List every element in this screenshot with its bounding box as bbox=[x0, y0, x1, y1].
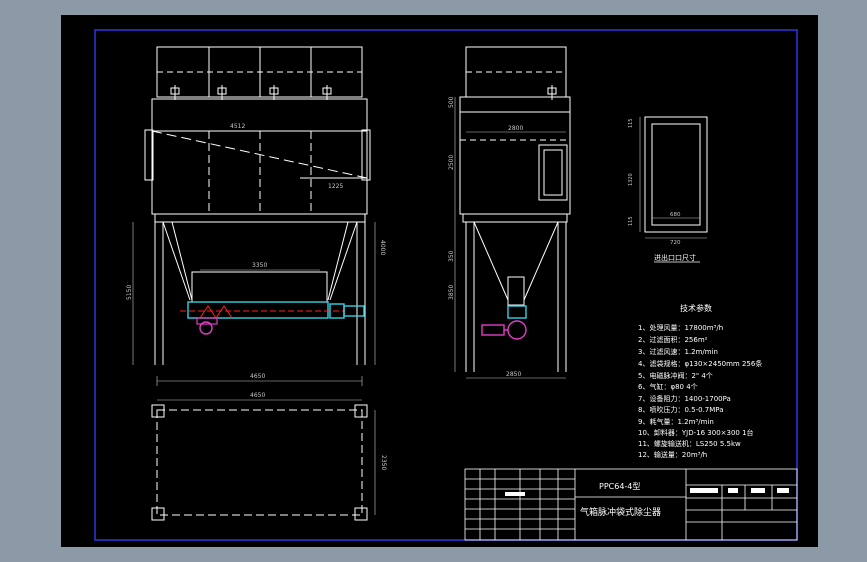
tech-param: 4、滤袋规格：φ130×2450mm 256条 bbox=[638, 359, 762, 368]
front-dim-top: 4512 bbox=[230, 123, 245, 130]
side-dim-d: 3850 bbox=[448, 285, 455, 300]
side-dim-c: 350 bbox=[448, 250, 455, 262]
title-name: 气箱脉冲袋式除尘器 bbox=[580, 506, 661, 518]
tech-param: 6、气缸：φ80 4个 bbox=[638, 382, 698, 391]
side-dim-top-left: 500 bbox=[448, 96, 455, 108]
front-dim-width: 4650 bbox=[250, 373, 265, 380]
inlet-caption: 进出口口尺寸 bbox=[654, 253, 696, 262]
side-dim-b: 2500 bbox=[448, 155, 455, 170]
tech-param: 1、处理风量：17800m³/h bbox=[638, 323, 723, 332]
tech-param: 2、过滤面积：256m² bbox=[638, 335, 708, 344]
tech-param: 11、螺旋输送机：LS250 5.5kw bbox=[638, 439, 741, 448]
plan-dim-side: 2350 bbox=[380, 455, 387, 470]
tech-param: 12、输送量：20m³/h bbox=[638, 450, 707, 459]
tech-param: 10、卸料器：YJD-16 300×300 1台 bbox=[638, 428, 754, 437]
tech-param: 5、电磁脉冲阀：2" 4个 bbox=[638, 371, 713, 380]
title-model: PPC64-4型 bbox=[599, 482, 640, 491]
inlet-dim-outer: 720 bbox=[670, 240, 681, 246]
inlet-dim-v1: 115 bbox=[628, 118, 634, 128]
inlet-dim-v2: 1320 bbox=[628, 173, 634, 186]
side-dim-bottom: 2850 bbox=[506, 371, 521, 378]
inlet-dim-v3: 115 bbox=[628, 216, 634, 226]
side-dim-a: 2800 bbox=[508, 125, 523, 132]
front-dim-screw: 3350 bbox=[252, 262, 267, 269]
tech-param: 7、设备阻力：1400-1700Pa bbox=[638, 394, 731, 403]
plan-dim-top: 4650 bbox=[250, 392, 265, 399]
inlet-dim-inner: 680 bbox=[670, 212, 681, 218]
drawing-canvas: 4512 1225 3350 4650 5150 4000 4650 2350 bbox=[61, 15, 818, 547]
tech-title: 技术参数 bbox=[680, 303, 712, 313]
tech-param: 3、过滤风速：1.2m/min bbox=[638, 347, 718, 356]
tech-param: 8、喷吹压力：0.5-0.7MPa bbox=[638, 405, 723, 414]
front-dim-height-right: 4000 bbox=[379, 240, 386, 255]
tech-param: 9、耗气量：1.2m³/min bbox=[638, 417, 714, 426]
front-dim-side: 1225 bbox=[328, 183, 343, 190]
front-dim-height-left: 5150 bbox=[126, 285, 133, 300]
